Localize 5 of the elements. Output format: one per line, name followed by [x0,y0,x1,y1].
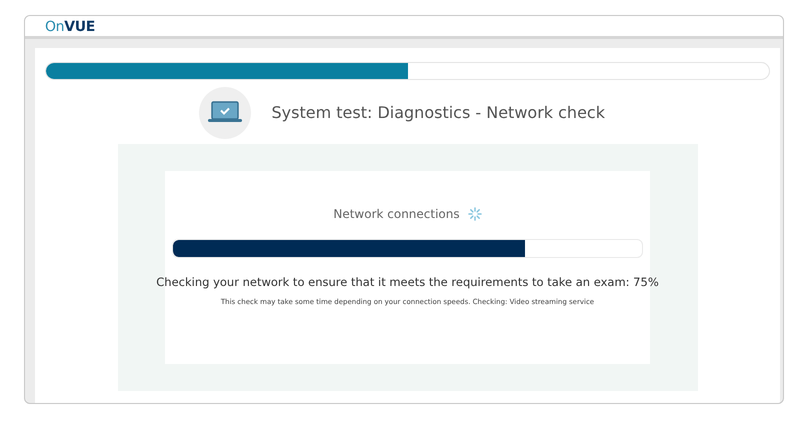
status-message: Checking your network to ensure that it meets the requirements to take an exam: 75% [156,274,659,291]
onvue-logo: OnVUE [45,18,95,36]
laptop-icon [198,86,252,140]
page-title: System test: Diagnostics - Network check [272,102,605,124]
card-heading: Network connections [333,206,460,223]
